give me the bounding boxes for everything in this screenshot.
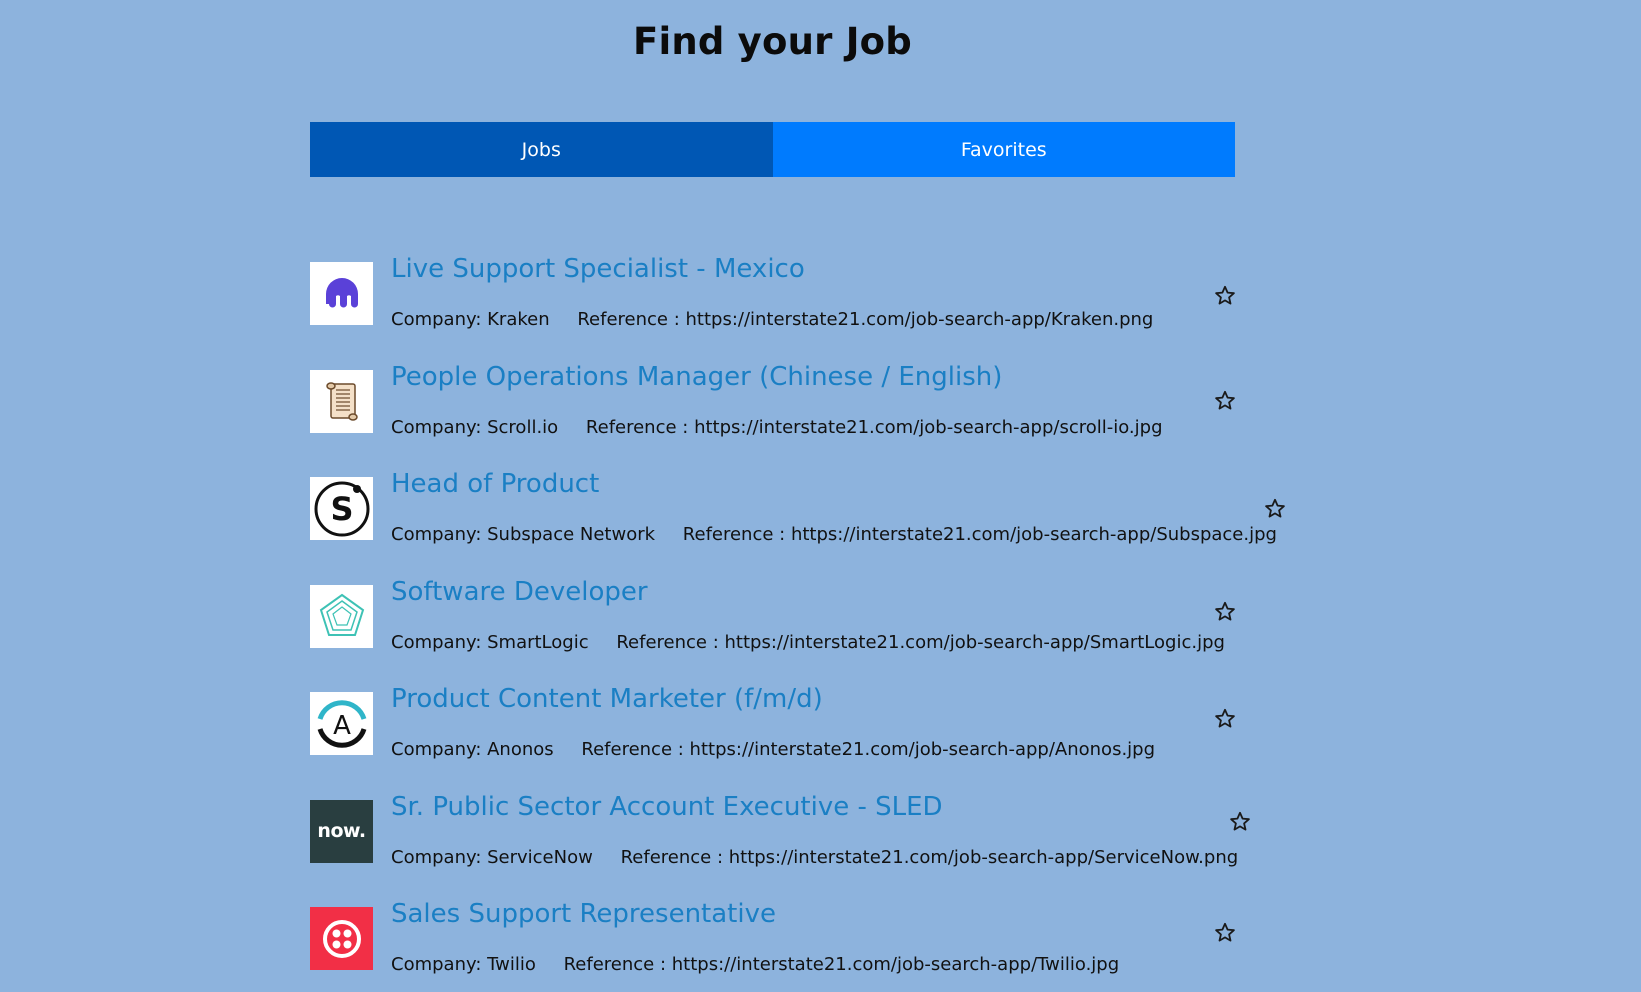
job-item: S Head of Product Company: Subspace Netw… — [310, 469, 1310, 585]
job-item: now. Sr. Public Sector Account Executive… — [310, 792, 1310, 908]
job-list: Live Support Specialist - Mexico Company… — [310, 254, 1310, 992]
company-label: Company: — [391, 846, 488, 868]
reference-url: https://interstate21.com/job-search-app/… — [790, 524, 1277, 545]
job-search-app: Find your Job Jobs Favorites Live Suppor… — [0, 0, 1641, 992]
servicenow-logo-icon: now. — [310, 799, 373, 863]
company-label: Company: — [391, 416, 488, 438]
company-label: Company: — [391, 631, 488, 653]
job-meta: Company: ServiceNow Reference : https://… — [391, 847, 1238, 868]
job-title-link[interactable]: Software Developer — [391, 577, 648, 607]
reference-url: https://interstate21.com/job-search-app/… — [724, 631, 1225, 653]
job-meta: Company: SmartLogic Reference : https://… — [391, 632, 1225, 653]
reference-url: https://interstate21.com/job-search-app/… — [728, 846, 1239, 868]
reference-label: Reference : — [563, 954, 672, 975]
reference-label: Reference : — [577, 309, 686, 330]
job-item: Sales Support Representative Company: Tw… — [310, 899, 1310, 992]
star-outline-icon[interactable] — [1228, 810, 1252, 834]
reference-url: https://interstate21.com/job-search-app/… — [685, 309, 1154, 330]
job-title-link[interactable]: Sr. Public Sector Account Executive - SL… — [391, 792, 943, 822]
page-title: Find your Job — [633, 20, 912, 63]
company-label: Company: — [391, 954, 488, 975]
job-meta: Company: Anonos Reference : https://inte… — [391, 739, 1155, 760]
job-meta: Company: Subspace Network Reference : ht… — [391, 524, 1277, 545]
job-title-link[interactable]: Product Content Marketer (f/m/d) — [391, 684, 823, 714]
svg-text:A: A — [333, 711, 351, 741]
tab-favorites[interactable]: Favorites — [772, 122, 1235, 177]
anonos-logo-icon: A — [310, 692, 373, 755]
job-item: A Product Content Marketer (f/m/d) Compa… — [310, 684, 1310, 800]
job-title-link[interactable]: Head of Product — [391, 469, 599, 499]
reference-label: Reference : — [581, 739, 690, 760]
company-label: Company: — [391, 309, 488, 330]
company-label: Company: — [391, 524, 488, 545]
company-name: SmartLogic — [487, 631, 589, 653]
job-meta: Company: Scroll.io Reference : https://i… — [391, 417, 1163, 438]
svg-text:S: S — [330, 490, 353, 528]
subspace-logo-icon: S — [310, 477, 373, 540]
reference-label: Reference : — [585, 416, 695, 438]
company-name: Kraken — [487, 309, 550, 330]
job-item: People Operations Manager (Chinese / Eng… — [310, 362, 1310, 478]
servicenow-logo-text: now. — [317, 820, 366, 842]
reference-url: https://interstate21.com/job-search-app/… — [694, 416, 1163, 438]
job-title-link[interactable]: Live Support Specialist - Mexico — [391, 254, 805, 284]
company-name: Twilio — [487, 954, 536, 975]
smartlogic-logo-icon — [310, 584, 373, 648]
star-outline-icon[interactable] — [1213, 707, 1237, 731]
tab-bar: Jobs Favorites — [310, 122, 1235, 177]
job-title-link[interactable]: People Operations Manager (Chinese / Eng… — [391, 362, 1002, 392]
job-meta: Company: Kraken Reference : https://inte… — [391, 309, 1153, 330]
kraken-logo-icon — [310, 262, 373, 325]
star-outline-icon[interactable] — [1263, 497, 1287, 521]
reference-label: Reference : — [616, 631, 725, 653]
job-item: Live Support Specialist - Mexico Company… — [310, 254, 1310, 370]
job-item: Software Developer Company: SmartLogic R… — [310, 577, 1310, 693]
company-name: Subspace Network — [487, 524, 656, 545]
tab-jobs[interactable]: Jobs — [310, 122, 773, 177]
scroll-logo-icon — [310, 369, 373, 433]
reference-label: Reference : — [682, 524, 791, 545]
company-name: Scroll.io — [487, 416, 559, 438]
twilio-logo-icon — [310, 907, 373, 970]
job-title-link[interactable]: Sales Support Representative — [391, 899, 776, 929]
star-outline-icon[interactable] — [1213, 389, 1237, 413]
company-name: ServiceNow — [487, 846, 593, 868]
job-meta: Company: Twilio Reference : https://inte… — [391, 954, 1119, 975]
company-name: Anonos — [487, 739, 554, 760]
star-outline-icon[interactable] — [1213, 284, 1237, 308]
reference-url: https://interstate21.com/job-search-app/… — [671, 954, 1120, 975]
company-label: Company: — [391, 739, 488, 760]
star-outline-icon[interactable] — [1213, 600, 1237, 624]
star-outline-icon[interactable] — [1213, 921, 1237, 945]
reference-url: https://interstate21.com/job-search-app/… — [689, 739, 1156, 760]
reference-label: Reference : — [620, 846, 729, 868]
